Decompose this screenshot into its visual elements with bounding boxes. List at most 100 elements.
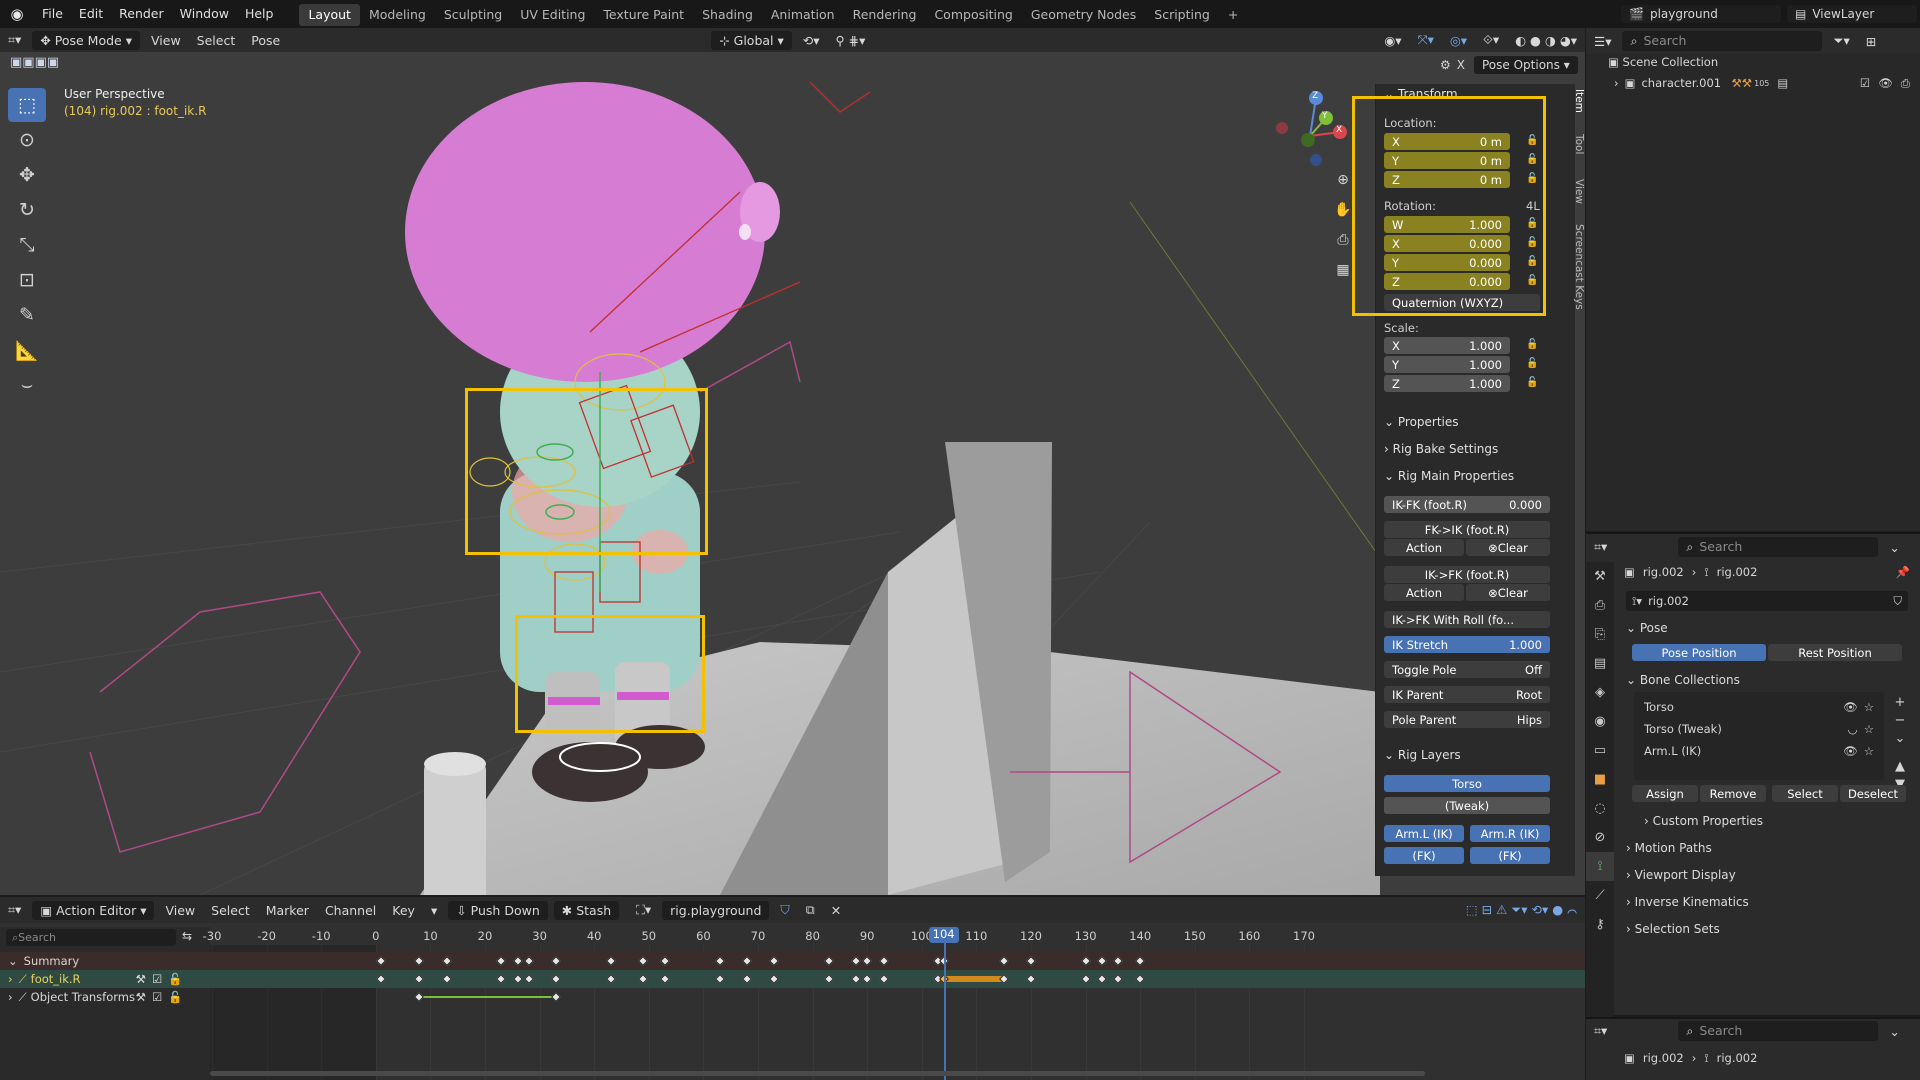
eye-icon[interactable]: 👁 — [1878, 76, 1893, 90]
checkbox-icon[interactable]: ☑ — [152, 990, 162, 1004]
transform-tool-icon[interactable]: ⊡ — [8, 263, 46, 297]
tab-layout[interactable]: Layout — [299, 4, 360, 26]
new-collection-icon[interactable]: ⊞ — [1858, 34, 1884, 49]
summary-keyframe[interactable] — [851, 956, 862, 966]
foot-keyframe[interactable] — [512, 974, 523, 984]
menu-edit[interactable]: Edit — [71, 0, 111, 28]
object-keyframe[interactable] — [414, 992, 425, 1002]
assign-button[interactable]: Assign — [1632, 785, 1698, 802]
outliner-editor-icon[interactable]: ☰▾ — [1586, 34, 1619, 49]
ik-parent-field[interactable]: IK Parent Root — [1384, 686, 1550, 703]
list-item[interactable]: Arm.L (IK) 👁 ☆ — [1644, 744, 1874, 758]
layer-fk-l-button[interactable]: (FK) — [1384, 847, 1464, 864]
summary-keyframe[interactable] — [496, 956, 507, 966]
summary-keyframe[interactable] — [714, 956, 725, 966]
foot-keyframe[interactable] — [441, 974, 452, 984]
menu-help[interactable]: Help — [237, 0, 282, 28]
tab-animation[interactable]: Animation — [762, 4, 844, 26]
tab-uv-editing[interactable]: UV Editing — [511, 4, 594, 26]
lock-icon[interactable]: 🔓 — [168, 990, 182, 1004]
world-tab-icon[interactable]: ◉ — [1586, 707, 1614, 736]
foot-keyframe[interactable] — [851, 974, 862, 984]
action-button-2[interactable]: Action — [1384, 584, 1464, 601]
rotation-y-field[interactable]: Y 0.000 — [1384, 254, 1510, 271]
ik-to-fk-button[interactable]: IK->FK (foot.R) — [1384, 566, 1550, 583]
transform-header[interactable]: ⌄ Transform — [1384, 87, 1458, 101]
cursor-tool-icon[interactable]: ⊙ — [8, 123, 46, 157]
scale-x-field[interactable]: X 1.000 — [1384, 337, 1510, 354]
foot-keyframe[interactable] — [496, 974, 507, 984]
chevron-down-icon[interactable]: ⌄ — [1881, 540, 1907, 555]
collection-tab-icon[interactable]: ▭ — [1586, 736, 1614, 765]
view-layer-tab-icon[interactable]: ▤ — [1586, 649, 1614, 678]
tab-sculpting[interactable]: Sculpting — [435, 4, 511, 26]
bone-tab-icon[interactable]: ⟋ — [1586, 881, 1614, 910]
push-down-button[interactable]: ⇩ Push Down — [448, 900, 548, 920]
duplicate-icon[interactable]: ⧉ — [798, 902, 823, 918]
location-z-field[interactable]: Z 0 m — [1384, 171, 1510, 188]
summary-keyframe[interactable] — [1135, 956, 1146, 966]
lock-icon[interactable]: 🔓 — [1526, 275, 1538, 286]
tab-compositing[interactable]: Compositing — [925, 4, 1021, 26]
pin-icon[interactable]: 📌 — [1895, 565, 1909, 580]
armature-data-tab-icon[interactable]: ⟟ — [1586, 852, 1614, 881]
tab-shading[interactable]: Shading — [693, 4, 762, 26]
shading-modes-icon[interactable]: ◐ ● ◑ ◕▾ — [1507, 33, 1585, 48]
summary-keyframe[interactable] — [638, 956, 649, 966]
foot-keyframe[interactable] — [376, 974, 387, 984]
tool-tab-icon[interactable]: ⚒ — [1586, 562, 1614, 591]
foot-keyframe[interactable] — [1135, 974, 1146, 984]
overlay-toggle-icon[interactable]: ◎▾ — [1442, 33, 1475, 48]
remove-button[interactable]: Remove — [1700, 785, 1766, 802]
menu-select[interactable]: Select — [203, 903, 258, 918]
summary-keyframe[interactable] — [878, 956, 889, 966]
selection-sets-section[interactable]: › Selection Sets — [1626, 922, 1720, 936]
timeline-scrollbar[interactable] — [210, 1071, 1425, 1076]
menu-window[interactable]: Window — [172, 0, 237, 28]
pivot-icon[interactable]: ⟲▾ — [795, 33, 828, 48]
lock-icon[interactable]: 🔓 — [1526, 358, 1538, 369]
outliner-item-row[interactable]: › ▣ character.001 ⚒⚒ 105 ▤ ☑ 👁 ⎙ — [1586, 73, 1920, 93]
rotation-z-field[interactable]: Z 0.000 — [1384, 273, 1510, 290]
summary-keyframe[interactable] — [1113, 956, 1124, 966]
rotation-mode-dropdown[interactable]: Quaternion (WXYZ) — [1384, 294, 1540, 311]
inverse-kinematics-section[interactable]: › Inverse Kinematics — [1626, 895, 1749, 909]
eye-closed-icon[interactable]: ◡ — [1848, 722, 1858, 736]
location-y-field[interactable]: Y 0 m — [1384, 152, 1510, 169]
foot-keyframe[interactable] — [1113, 974, 1124, 984]
summary-keyframe[interactable] — [1080, 956, 1091, 966]
snap-icon[interactable]: ⚲ ⋕▾ — [828, 33, 874, 48]
wrench-icon[interactable]: ⚒ — [136, 972, 146, 986]
foot-keyframe[interactable] — [551, 974, 561, 984]
list-item[interactable]: Torso 👁 ☆ — [1644, 700, 1874, 714]
menu-channel[interactable]: Channel — [317, 903, 384, 918]
checkbox-icon[interactable]: ☑ — [1860, 76, 1870, 90]
rotation-x-field[interactable]: X 0.000 — [1384, 235, 1510, 252]
menu-view[interactable]: View — [143, 33, 189, 48]
remove-icon[interactable]: − — [1890, 712, 1910, 730]
annotate-tool-icon[interactable]: ✎ — [8, 298, 46, 332]
layer-torso-button[interactable]: Torso — [1384, 775, 1550, 792]
foot-keyframe[interactable] — [878, 974, 889, 984]
bone-tool-icon[interactable]: ⌣ — [8, 368, 46, 402]
menu-render[interactable]: Render — [111, 0, 172, 28]
pose-header[interactable]: ⌄ Pose — [1626, 621, 1668, 635]
channel-summary[interactable]: ⌄ Summary — [0, 952, 210, 970]
ikfk-slider[interactable]: IK-FK (foot.R) 0.000 — [1384, 496, 1550, 513]
summary-keyframe[interactable] — [769, 956, 780, 966]
tab-rendering[interactable]: Rendering — [844, 4, 926, 26]
channel-object-transforms[interactable]: › ⟋ Object Transforms ⚒ ☑ 🔓 — [0, 988, 210, 1006]
editor-mode-dropdown[interactable]: ▣ Action Editor ▾ — [32, 900, 155, 920]
gizmo-toggle-icon[interactable]: ⤧▾ — [1410, 32, 1442, 48]
foot-keyframe[interactable] — [742, 974, 753, 984]
swap-icon[interactable]: ⇆ — [182, 929, 192, 943]
lock-icon[interactable]: 🔓 — [168, 972, 182, 986]
select-tool-icon[interactable]: ⬚ — [8, 88, 46, 122]
key-type-dropdown[interactable]: ▾ — [423, 903, 445, 918]
tab-modeling[interactable]: Modeling — [360, 4, 435, 26]
properties-bottom-search[interactable]: ⌕ Search — [1678, 1021, 1879, 1041]
grid-icon[interactable]: ▦ — [1330, 262, 1356, 292]
dopesheet-region[interactable]: -30 -20 -10 0 10 20 30 40 50 60 70 80 90 100 110 120 130… — [203, 927, 1585, 1080]
action-button[interactable]: Action — [1384, 539, 1464, 556]
summary-keyframe[interactable] — [376, 956, 387, 966]
